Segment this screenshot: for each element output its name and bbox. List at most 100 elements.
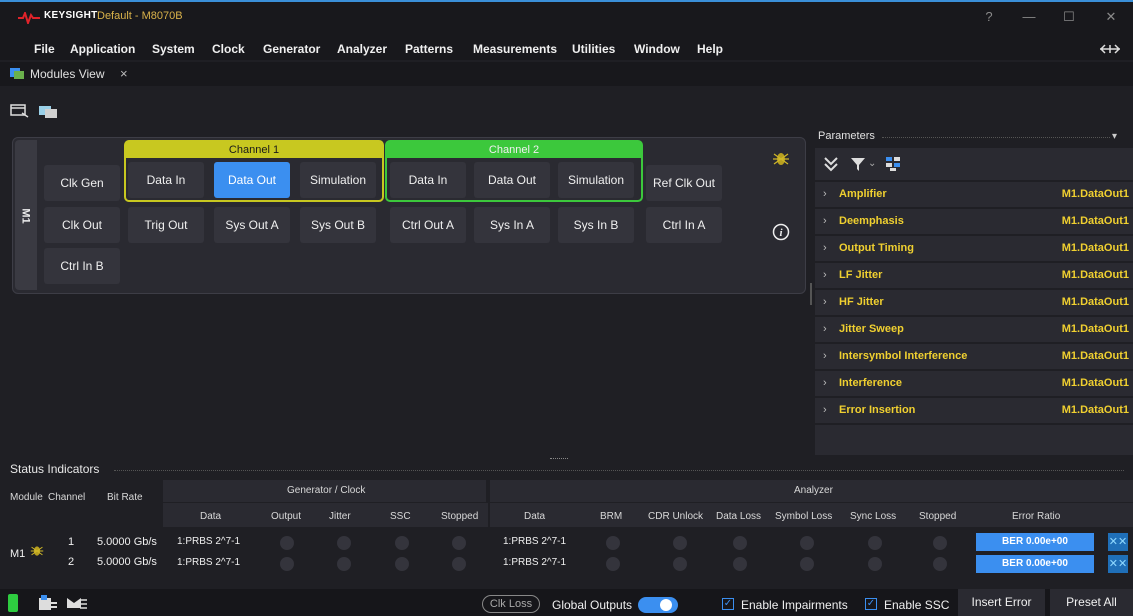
filter-dropdown-icon[interactable]: ⌄ (868, 158, 876, 169)
pin-icon[interactable] (1099, 44, 1121, 54)
row1-ber-button[interactable]: BER 0.00e+00 (976, 533, 1094, 551)
sys-out-b-button[interactable]: Sys Out B (300, 207, 376, 243)
row2-brm-led (606, 557, 620, 571)
enable-impairments-checkbox[interactable]: ✓ (722, 598, 734, 610)
insert-error-button[interactable]: Insert Error (958, 589, 1045, 616)
sys-in-b-button[interactable]: Sys In B (558, 207, 634, 243)
param-name: Error Insertion (839, 404, 916, 416)
gen-data-header: Data (200, 511, 222, 522)
close-button[interactable]: ✕ (1097, 6, 1125, 28)
minimize-button[interactable]: — (1015, 6, 1043, 28)
ch2-data-in-button[interactable]: Data In (390, 162, 466, 198)
menu-application[interactable]: Application (70, 42, 135, 56)
ctrl-out-a-button[interactable]: Ctrl Out A (390, 207, 466, 243)
row1-channel: 1 (68, 536, 75, 548)
param-row-jitter-sweep[interactable]: › Jitter Sweep M1.DataOut1 (815, 317, 1133, 343)
chevron-right-icon: › (823, 269, 827, 281)
ref-clk-out-button[interactable]: Ref Clk Out (646, 165, 722, 201)
enable-impairments-label: Enable Impairments (741, 598, 848, 612)
param-value: M1.DataOut1 (1061, 377, 1129, 389)
param-row-output-timing[interactable]: › Output Timing M1.DataOut1 (815, 236, 1133, 262)
row2-sync-loss-led (868, 557, 882, 571)
tab-modules-view[interactable]: Modules View × (10, 64, 140, 84)
menu-analyzer[interactable]: Analyzer (337, 42, 387, 56)
global-outputs-label: Global Outputs (552, 598, 633, 612)
resize-grip[interactable] (550, 458, 568, 459)
param-row-intersymbol-interference[interactable]: › Intersymbol Interference M1.DataOut1 (815, 344, 1133, 370)
param-value: M1.DataOut1 (1061, 242, 1129, 254)
channel1-header: Channel 1 (126, 142, 382, 158)
ch1-data-out-button[interactable]: Data Out (214, 162, 290, 198)
help-button[interactable]: ? (975, 6, 1003, 28)
chevron-right-icon: › (823, 323, 827, 335)
eye-diagram-icon[interactable]: ✕✕ (1108, 555, 1128, 573)
sys-out-a-button[interactable]: Sys Out A (214, 207, 290, 243)
close-icon[interactable]: × (120, 66, 128, 81)
param-value: M1.DataOut1 (1061, 404, 1129, 416)
ch1-data-in-button[interactable]: Data In (128, 162, 204, 198)
menu-patterns[interactable]: Patterns (405, 42, 453, 56)
param-value: M1.DataOut1 (1061, 323, 1129, 335)
row2-gen-ssc-led (395, 557, 409, 571)
collapse-all-icon[interactable] (823, 156, 839, 172)
ch2-data-out-button[interactable]: Data Out (474, 162, 550, 198)
ctrl-in-b-button[interactable]: Ctrl In B (44, 248, 120, 284)
ch1-simulation-button[interactable]: Simulation (300, 162, 376, 198)
row1-ana-data: 1:PRBS 2^7-1 (503, 536, 567, 547)
menu-file[interactable]: File (34, 42, 55, 56)
maximize-button[interactable]: ☐ (1055, 6, 1083, 28)
instrument-icon[interactable] (38, 594, 58, 612)
sys-in-a-button[interactable]: Sys In A (474, 207, 550, 243)
param-row-deemphasis[interactable]: › Deemphasis M1.DataOut1 (815, 209, 1133, 235)
row2-gen-output-led (280, 557, 294, 571)
analyzer-header: Analyzer (794, 485, 833, 496)
gen-stopped-header: Stopped (441, 511, 479, 522)
chevron-right-icon: › (823, 215, 827, 227)
param-name: Interference (839, 377, 902, 389)
gen-output-header: Output (271, 511, 302, 522)
clk-out-button[interactable]: Clk Out (44, 207, 120, 243)
menu-clock[interactable]: Clock (212, 42, 245, 56)
panel-splitter[interactable] (810, 283, 812, 305)
status-ok-icon[interactable] (8, 594, 18, 612)
menu-help[interactable]: Help (697, 42, 723, 56)
param-row-amplifier[interactable]: › Amplifier M1.DataOut1 (815, 182, 1133, 208)
param-row-interference[interactable]: › Interference M1.DataOut1 (815, 371, 1133, 397)
param-row-hf-jitter[interactable]: › HF Jitter M1.DataOut1 (815, 290, 1133, 316)
menu-utilities[interactable]: Utilities (572, 42, 615, 56)
row2-ber-button[interactable]: BER 0.00e+00 (976, 555, 1094, 573)
menu-generator[interactable]: Generator (263, 42, 320, 56)
ch2-simulation-button[interactable]: Simulation (558, 162, 634, 198)
menu-measurements[interactable]: Measurements (473, 42, 557, 56)
window-view-icon[interactable] (10, 103, 30, 119)
clk-gen-button[interactable]: Clk Gen (44, 165, 120, 201)
row1-gen-jitter-led (337, 536, 351, 550)
status-header (0, 458, 1133, 480)
row2-gen-data: 1:PRBS 2^7-1 (177, 557, 241, 568)
module-view-icon[interactable] (38, 103, 58, 119)
calibration-bug-icon[interactable] (772, 150, 790, 168)
param-row-lf-jitter[interactable]: › LF Jitter M1.DataOut1 (815, 263, 1133, 289)
info-icon[interactable]: i (772, 223, 790, 241)
ctrl-in-a-button[interactable]: Ctrl In A (646, 207, 722, 243)
panel-menu-icon[interactable]: ▾ (1112, 131, 1117, 142)
param-row-error-insertion[interactable]: › Error Insertion M1.DataOut1 (815, 398, 1133, 424)
ana-symbol-loss-header: Symbol Loss (775, 511, 833, 522)
filter-icon[interactable] (850, 156, 866, 172)
grouping-icon[interactable] (885, 156, 901, 172)
messages-icon[interactable] (66, 594, 88, 612)
row2-data-loss-led (733, 557, 747, 571)
eye-diagram-icon[interactable]: ✕✕ (1108, 533, 1128, 551)
trig-out-button[interactable]: Trig Out (128, 207, 204, 243)
param-value: M1.DataOut1 (1061, 188, 1129, 200)
row2-ana-data: 1:PRBS 2^7-1 (503, 557, 567, 568)
gen-jitter-header: Jitter (329, 511, 351, 522)
menu-system[interactable]: System (152, 42, 195, 56)
menu-window[interactable]: Window (634, 42, 680, 56)
preset-all-button[interactable]: Preset All (1050, 589, 1133, 616)
global-outputs-toggle[interactable] (638, 597, 678, 613)
chevron-right-icon: › (823, 296, 827, 308)
ana-sync-loss-header: Sync Loss (850, 511, 897, 522)
enable-ssc-checkbox[interactable]: ✓ (865, 598, 877, 610)
row1-data-loss-led (733, 536, 747, 550)
